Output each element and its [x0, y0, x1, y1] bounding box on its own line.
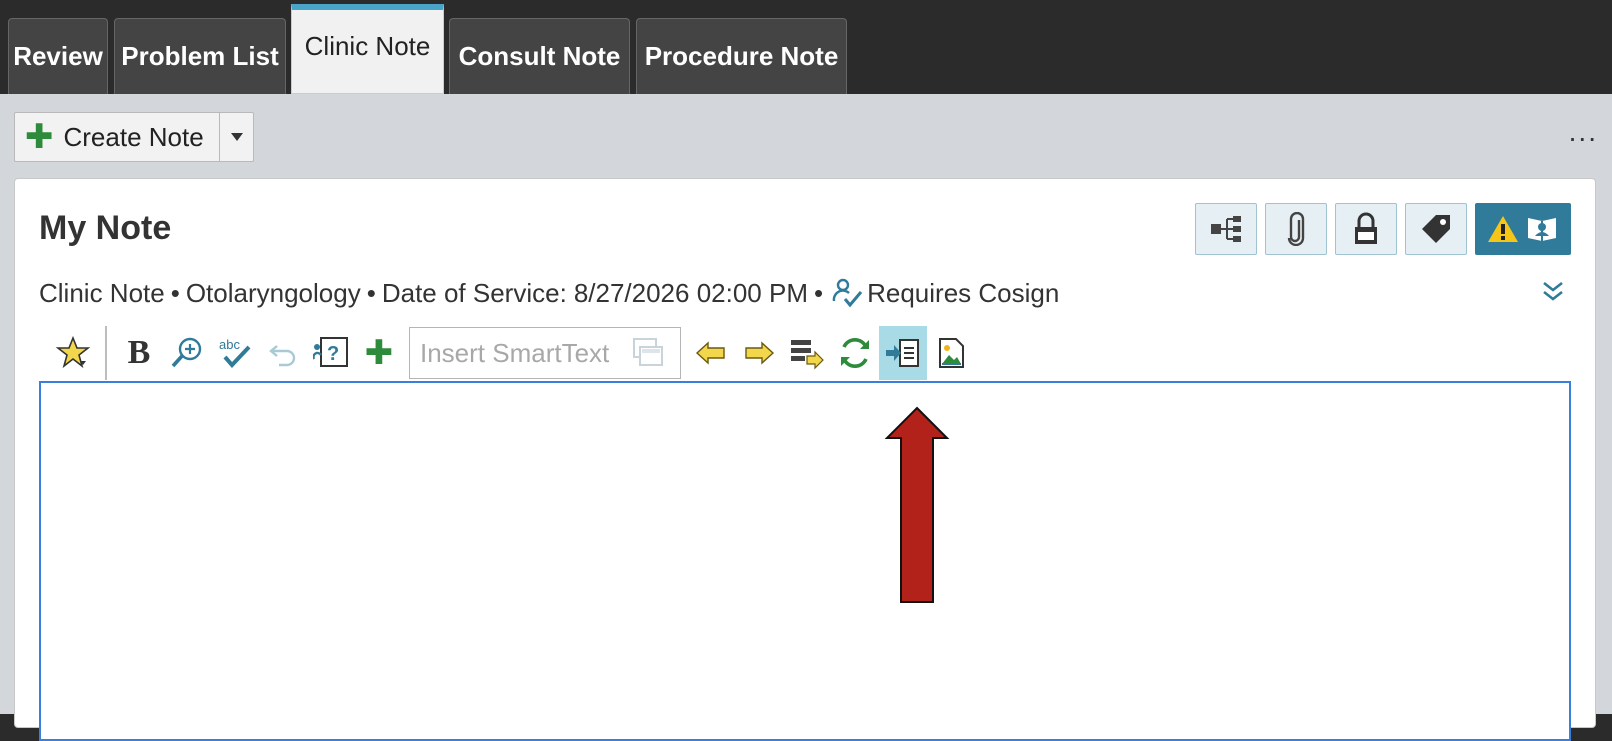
paperclip-icon [1287, 212, 1305, 246]
undo-icon [269, 345, 296, 367]
lock-icon [1355, 212, 1377, 244]
insert-list-button[interactable] [783, 326, 831, 380]
more-options-button[interactable]: ... [1569, 116, 1598, 148]
tab-procedure-note[interactable]: Procedure Note [636, 18, 847, 94]
attachment-button[interactable] [1265, 203, 1327, 255]
note-editor[interactable] [39, 381, 1571, 741]
separator: • [170, 277, 180, 308]
plus-icon: ✚ [364, 334, 394, 372]
svg-text:?: ? [327, 343, 339, 365]
zoom-in-icon [171, 337, 202, 368]
image-file-icon [939, 338, 964, 368]
date-of-service-label: Date of Service: [381, 277, 567, 308]
spell-check-button[interactable]: abc [211, 326, 259, 380]
create-note-dropdown[interactable] [220, 113, 253, 161]
smarttext-picker-icon[interactable] [632, 337, 664, 369]
editor-toolbar: B abc ? ✚ Insert SmartText [49, 325, 975, 381]
requires-cosign-label: Requires Cosign [867, 277, 1060, 308]
share-tree-icon [1211, 216, 1241, 242]
refresh-icon [841, 338, 869, 368]
tab-strip: Review Problem List Clinic Note Consult … [0, 0, 1612, 94]
favorites-button[interactable] [49, 326, 97, 380]
cosign-icon [831, 277, 863, 309]
tag-button[interactable] [1405, 203, 1467, 255]
toolbar-divider [105, 326, 107, 380]
refresh-button[interactable] [831, 326, 879, 380]
previous-field-button[interactable] [687, 326, 735, 380]
tab-review[interactable]: Review [8, 18, 108, 94]
arrow-left-icon [695, 341, 725, 365]
insert-file-button[interactable] [879, 326, 927, 380]
insert-image-button[interactable] [927, 326, 975, 380]
tab-clinic-note[interactable]: Clinic Note [291, 4, 444, 94]
reader-icon [1528, 218, 1556, 241]
note-header-buttons [1195, 203, 1571, 255]
add-button[interactable]: ✚ [355, 326, 403, 380]
star-icon [55, 335, 91, 369]
bold-button[interactable]: B [115, 326, 163, 380]
note-specialty: Otolaryngology [185, 277, 361, 308]
double-chevron-down-icon [1543, 281, 1563, 301]
create-note-label: Create Note [63, 121, 204, 152]
zoom-button[interactable] [163, 326, 211, 380]
note-type: Clinic Note [39, 277, 165, 308]
create-note-button[interactable]: ✚ Create Note [15, 113, 220, 161]
alert-reader-button[interactable] [1475, 203, 1571, 255]
share-tree-button[interactable] [1195, 203, 1257, 255]
arrow-right-icon [745, 341, 775, 365]
create-note-split-button: ✚ Create Note [14, 112, 254, 162]
smarttext-input[interactable] [418, 336, 632, 370]
tab-consult-note[interactable]: Consult Note [449, 18, 630, 94]
separator: • [366, 277, 376, 308]
workspace: ✚ Create Note ... My Note Clinic Note • … [0, 94, 1612, 741]
list-arrow-icon [791, 340, 824, 370]
warning-icon [1488, 216, 1518, 242]
lock-button[interactable] [1335, 203, 1397, 255]
bold-icon: B [127, 334, 151, 371]
spell-check-icon: abc [219, 337, 251, 368]
help-field-icon: ? [313, 337, 348, 367]
expand-details-button[interactable] [1541, 279, 1565, 308]
separator: • [814, 277, 824, 308]
smarttext-field [409, 327, 681, 379]
annotation-arrow [884, 406, 950, 603]
plus-icon: ✚ [25, 118, 54, 156]
next-field-button[interactable] [735, 326, 783, 380]
spell-check-text: abc [219, 337, 240, 352]
insert-file-icon [886, 339, 919, 367]
chevron-down-icon [230, 133, 243, 141]
tag-icon [1422, 215, 1450, 243]
note-card: My Note Clinic Note • Otolaryngology • D… [14, 178, 1596, 741]
note-title: My Note [39, 209, 172, 247]
smartlist-help-button[interactable]: ? [307, 326, 355, 380]
undo-button[interactable] [259, 326, 307, 380]
date-of-service-value: 8/27/2026 02:00 PM [573, 277, 808, 308]
note-metadata-line: Clinic Note • Otolaryngology • Date of S… [39, 277, 1059, 309]
tab-problem-list[interactable]: Problem List [114, 18, 286, 94]
